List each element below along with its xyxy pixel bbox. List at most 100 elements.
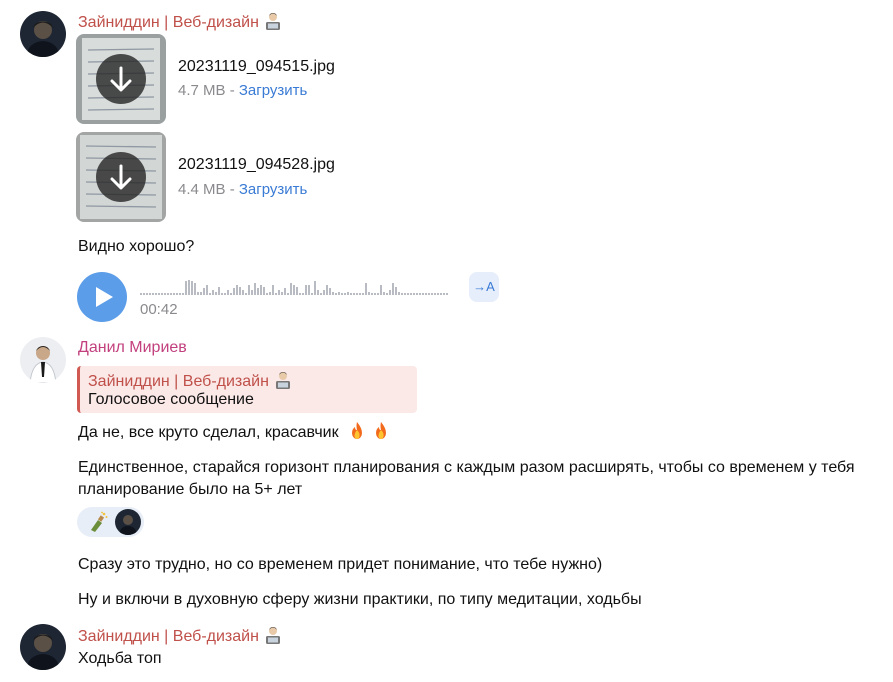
waveform-bar bbox=[311, 293, 313, 295]
message-text: Видно хорошо? bbox=[78, 238, 195, 255]
waveform-bar bbox=[425, 293, 427, 295]
waveform-bar bbox=[161, 293, 163, 295]
waveform-bar bbox=[185, 281, 187, 295]
waveform-bar bbox=[377, 293, 379, 295]
waveform-bar bbox=[293, 284, 295, 295]
waveform-bar bbox=[356, 293, 358, 295]
waveform-bar bbox=[263, 286, 265, 295]
reply-sender-text: Зайниддин | Веб-дизайн bbox=[88, 373, 269, 390]
waveform-bar bbox=[257, 288, 259, 295]
waveform-bar bbox=[272, 284, 274, 295]
sender-name[interactable]: Зайниддин | Веб-дизайн bbox=[78, 625, 283, 646]
waveform-bar bbox=[260, 284, 262, 295]
waveform-bar bbox=[410, 293, 412, 295]
avatar-danil[interactable] bbox=[20, 337, 66, 383]
waveform-bar bbox=[380, 284, 382, 295]
waveform-bar bbox=[341, 293, 343, 295]
message-text: Сразу это трудно, но со временем придет … bbox=[78, 556, 603, 573]
reaction-badge[interactable] bbox=[77, 507, 144, 537]
waveform-bar bbox=[437, 293, 439, 295]
file-meta-separator: - bbox=[225, 82, 239, 99]
download-icon[interactable] bbox=[96, 54, 146, 104]
reply-quote[interactable]: Зайниддин | Веб-дизайн Голосовое сообщен… bbox=[77, 366, 417, 413]
waveform-bar bbox=[398, 291, 400, 295]
waveform-bar bbox=[329, 288, 331, 295]
voice-waveform[interactable] bbox=[140, 279, 456, 295]
waveform-bar bbox=[443, 293, 445, 295]
avatar-zayniddin[interactable] bbox=[20, 11, 66, 57]
waveform-bar bbox=[212, 289, 214, 295]
waveform-bar bbox=[296, 286, 298, 295]
file-thumbnail[interactable] bbox=[76, 132, 166, 222]
waveform-bar bbox=[350, 293, 352, 295]
waveform-bar bbox=[173, 293, 175, 295]
waveform-bar bbox=[239, 286, 241, 295]
waveform-bar bbox=[371, 293, 373, 295]
sender-name-text: Зайниддин | Веб-дизайн bbox=[78, 628, 259, 645]
waveform-bar bbox=[404, 293, 406, 295]
waveform-bar bbox=[140, 293, 142, 295]
sender-name[interactable]: Зайниддин | Веб-дизайн bbox=[78, 11, 283, 32]
waveform-bar bbox=[320, 293, 322, 295]
waveform-bar bbox=[155, 293, 157, 295]
voice-duration: 00:42 bbox=[140, 301, 178, 318]
waveform-bar bbox=[407, 293, 409, 295]
waveform-bar bbox=[323, 289, 325, 295]
message-text: Да не, все круто сделал, красавчик bbox=[78, 421, 391, 442]
reply-text: Голосовое сообщение bbox=[88, 391, 254, 408]
waveform-bar bbox=[179, 293, 181, 295]
waveform-bar bbox=[359, 293, 361, 295]
waveform-bar bbox=[149, 293, 151, 295]
reactor-avatar bbox=[115, 509, 141, 535]
waveform-bar bbox=[146, 293, 148, 295]
transcribe-button[interactable]: →A bbox=[469, 272, 499, 302]
waveform-bar bbox=[434, 293, 436, 295]
waveform-bar bbox=[182, 293, 184, 295]
download-icon[interactable] bbox=[96, 152, 146, 202]
download-link[interactable]: Загрузить bbox=[239, 82, 308, 99]
message-text: Единственное, старайся горизонт планиров… bbox=[78, 459, 855, 498]
avatar-zayniddin[interactable] bbox=[20, 624, 66, 670]
waveform-bar bbox=[365, 283, 367, 295]
waveform-bar bbox=[362, 293, 364, 295]
waveform-bar bbox=[428, 293, 430, 295]
waveform-bar bbox=[290, 283, 292, 295]
waveform-bar bbox=[386, 293, 388, 295]
file-name[interactable]: 20231119_094515.jpg bbox=[178, 58, 335, 76]
waveform-bar bbox=[227, 289, 229, 295]
waveform-bar bbox=[275, 293, 277, 295]
message-text-body: Да не, все круто сделал, красавчик bbox=[78, 424, 339, 441]
file-meta: 4.4 MB - Загрузить bbox=[178, 181, 307, 198]
reply-sender: Зайниддин | Веб-дизайн bbox=[88, 370, 293, 391]
waveform-bar bbox=[401, 293, 403, 295]
waveform-bar bbox=[224, 293, 226, 295]
file-meta-separator: - bbox=[225, 181, 239, 198]
file-name[interactable]: 20231119_094528.jpg bbox=[178, 156, 335, 174]
waveform-bar bbox=[245, 293, 247, 295]
waveform-bar bbox=[314, 281, 316, 295]
download-link[interactable]: Загрузить bbox=[239, 181, 308, 198]
waveform-bar bbox=[158, 293, 160, 295]
waveform-bar bbox=[383, 291, 385, 295]
waveform-bar bbox=[167, 293, 169, 295]
waveform-bar bbox=[254, 283, 256, 295]
waveform-bar bbox=[395, 286, 397, 295]
waveform-bar bbox=[242, 289, 244, 295]
waveform-bar bbox=[389, 289, 391, 295]
play-button[interactable] bbox=[77, 272, 127, 322]
waveform-bar bbox=[305, 284, 307, 295]
file-thumbnail[interactable] bbox=[76, 34, 166, 124]
waveform-bar bbox=[302, 293, 304, 295]
technologist-emoji bbox=[263, 11, 283, 31]
waveform-bar bbox=[299, 293, 301, 295]
file-meta: 4.7 MB - Загрузить bbox=[178, 82, 307, 99]
sender-name-text: Зайниддин | Веб-дизайн bbox=[78, 14, 259, 31]
waveform-bar bbox=[287, 293, 289, 295]
waveform-bar bbox=[326, 284, 328, 295]
waveform-bar bbox=[200, 291, 202, 295]
waveform-bar bbox=[197, 291, 199, 295]
fire-emoji bbox=[371, 421, 391, 441]
waveform-bar bbox=[422, 293, 424, 295]
waveform-bar bbox=[344, 293, 346, 295]
sender-name[interactable]: Данил Мириев bbox=[78, 339, 187, 357]
